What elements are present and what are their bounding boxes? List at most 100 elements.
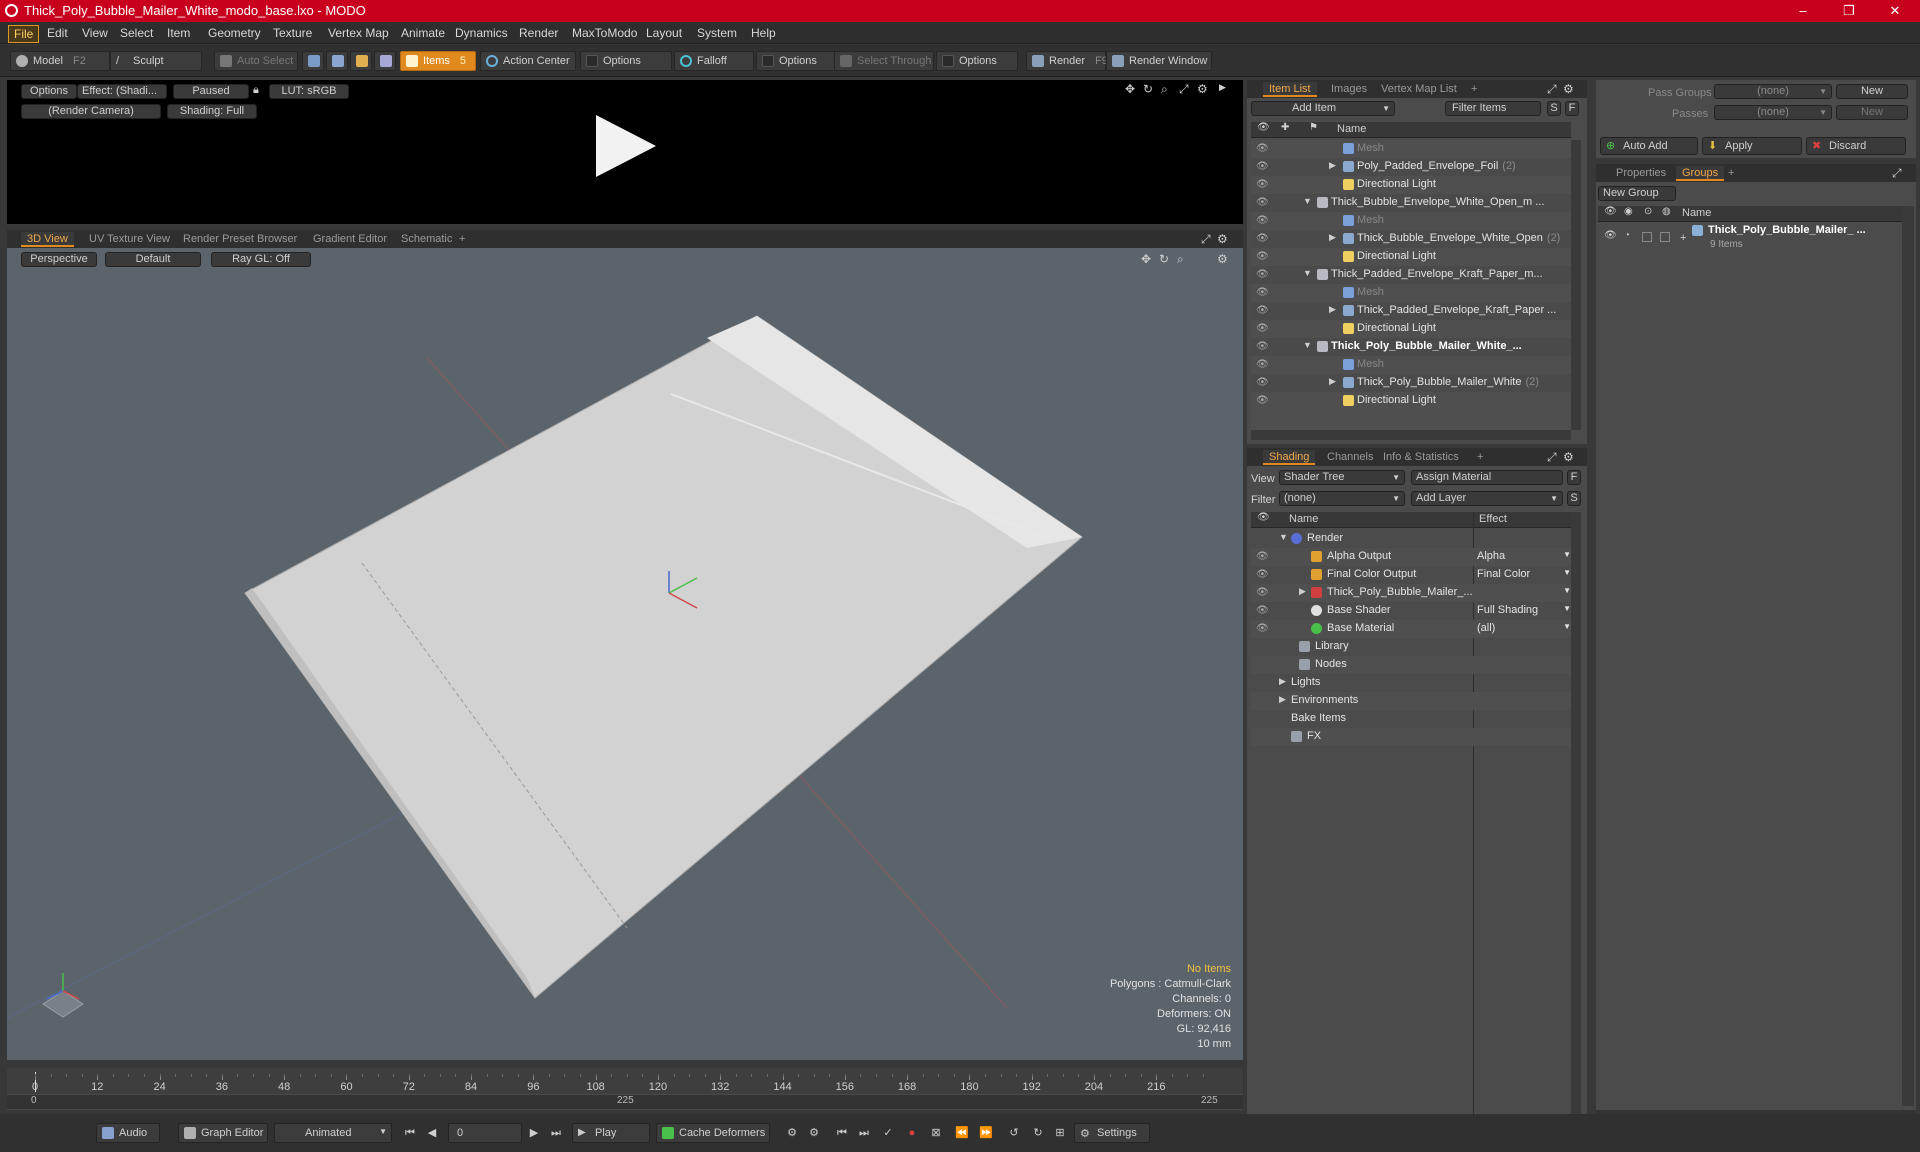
effect-dropdown[interactable]: (all) ▼ <box>1477 622 1571 634</box>
eye-icon[interactable]: 👁︎ <box>1256 251 1269 263</box>
itemlist-row[interactable]: 👁︎ Directional Light <box>1251 176 1571 194</box>
discard-button[interactable]: ✖ Discard <box>1806 137 1906 155</box>
add-tab-button[interactable]: + <box>1465 82 1483 97</box>
groups-scrollbar[interactable] <box>1902 206 1914 1106</box>
shader-row[interactable]: 👁︎ Alpha Output Alpha ▼ <box>1251 548 1571 566</box>
tab-item-list[interactable]: Item List <box>1263 82 1317 97</box>
select-checkbox[interactable] <box>1660 232 1670 242</box>
eye-icon[interactable]: 👁︎ <box>1256 179 1269 191</box>
gear-icon[interactable]: ⚙ <box>1197 82 1208 96</box>
auto-select-button[interactable]: Auto Select <box>214 51 298 71</box>
menu-geometry[interactable]: Geometry <box>203 25 266 41</box>
preview-pause-toggle[interactable]: Paused <box>173 84 249 99</box>
menu-edit[interactable]: Edit <box>42 25 73 41</box>
lock-icon[interactable]: 🔒︎ <box>253 84 259 97</box>
itemlist-row[interactable]: 👁︎ ▶ Thick_Padded_Envelope_Kraft_Paper ... <box>1251 302 1571 320</box>
itemlist-row[interactable]: 👁︎ ▼ Thick_Poly_Bubble_Mailer_White_... <box>1251 338 1571 356</box>
tab-vertex-map-list[interactable]: Vertex Map List <box>1375 82 1463 97</box>
itemlist-row[interactable]: 👁︎ Mesh <box>1251 356 1571 374</box>
autokey-icon[interactable]: ⚙ <box>806 1125 822 1141</box>
pass-groups-dropdown[interactable]: (none) ▼ <box>1714 84 1832 99</box>
loop-icon[interactable]: ↺ <box>1006 1125 1022 1141</box>
chevron-down-icon[interactable]: ▼ <box>1303 268 1312 278</box>
eye-icon[interactable]: 👁︎ <box>1256 377 1269 389</box>
prev-key-icon[interactable]: ⏮ <box>834 1125 850 1141</box>
3d-viewport[interactable]: Perspective Default Ray GL: Off ✥ ↻ ⌕ ⚙ … <box>7 248 1243 1060</box>
play-icon[interactable] <box>592 113 658 179</box>
menu-system[interactable]: System <box>692 25 742 41</box>
menu-animate[interactable]: Animate <box>396 25 450 41</box>
eye-icon[interactable]: 👁︎ <box>1256 605 1269 617</box>
tab-render-preset-browser[interactable]: Render Preset Browser <box>177 232 303 247</box>
itemlist-row[interactable]: 👁︎ ▼ Thick_Bubble_Envelope_White_Open_m ..… <box>1251 194 1571 212</box>
shader-row[interactable]: 👁︎ Final Color Output Final Color ▼ <box>1251 566 1571 584</box>
passes-dropdown[interactable]: (none) ▼ <box>1714 105 1832 120</box>
chevron-right-icon[interactable]: ▶ <box>1299 586 1306 597</box>
tab-channels[interactable]: Channels <box>1321 450 1379 465</box>
zoom-icon[interactable]: ⌕ <box>1161 82 1168 97</box>
apply-button[interactable]: ⬇ Apply <box>1702 137 1802 155</box>
falloff-options-button[interactable]: Options <box>756 51 836 71</box>
next-frame-icon[interactable]: ▶ <box>526 1125 542 1141</box>
eye-icon[interactable]: 👁︎ <box>1256 587 1269 599</box>
tab-groups[interactable]: Groups <box>1676 166 1725 181</box>
menu-layout[interactable]: Layout <box>641 25 687 41</box>
add-tab-button[interactable]: + <box>1722 166 1740 181</box>
shader-row[interactable]: Nodes <box>1251 656 1571 674</box>
itemlist-row[interactable]: 👁︎ Directional Light <box>1251 248 1571 266</box>
select-through-options-button[interactable]: Options <box>936 51 1018 71</box>
expand-icon[interactable]: ⤢ <box>1547 82 1557 97</box>
effect-dropdown[interactable]: Full Shading ▼ <box>1477 604 1571 616</box>
model-button[interactable]: Model F2 <box>10 51 110 71</box>
effect-dropdown[interactable]: Final Color ▼ <box>1477 568 1571 580</box>
camera-dropdown[interactable]: (Render Camera) <box>21 104 161 119</box>
sculpt-button[interactable]: / Sculpt <box>110 51 202 71</box>
eye-icon[interactable]: 👁︎ <box>1256 551 1269 563</box>
minimize-button[interactable]: – <box>1780 0 1826 22</box>
lut-dropdown[interactable]: LUT: sRGB <box>269 84 349 99</box>
chevron-down-icon[interactable]: ▼ <box>1279 532 1288 542</box>
audio-button[interactable]: Audio <box>96 1123 160 1143</box>
chevron-right-icon[interactable]: ▶ <box>1279 676 1286 687</box>
menu-texture[interactable]: Texture <box>268 25 317 41</box>
itemlist-row[interactable]: 👁︎ Directional Light <box>1251 392 1571 410</box>
render-button[interactable]: Render F9 <box>1026 51 1108 71</box>
play-button[interactable]: ▶ Play <box>572 1123 650 1143</box>
itemlist-scrollbar[interactable] <box>1571 140 1581 430</box>
menu-file[interactable]: File <box>8 25 40 43</box>
expand-icon[interactable]: ⤢ <box>1547 450 1557 465</box>
eye-icon[interactable]: 👁︎ <box>1256 395 1269 407</box>
shader-row[interactable]: FX <box>1251 728 1571 746</box>
filter-dropdown[interactable]: (none) ▼ <box>1279 491 1405 506</box>
filter-s-button[interactable]: S <box>1547 101 1561 116</box>
expand-icon[interactable]: ⤢ <box>1892 166 1902 181</box>
add-tab-button[interactable]: + <box>453 232 471 247</box>
group-row[interactable]: 👁︎ ◔ + Thick_Poly_Bubble_Mailer_ ... 9 I… <box>1598 224 1902 254</box>
menu-view[interactable]: View <box>77 25 113 41</box>
lock-checkbox[interactable] <box>1642 232 1652 242</box>
refresh-icon[interactable]: ↻ <box>1030 1125 1046 1141</box>
action-center-options-button[interactable]: Options <box>580 51 672 71</box>
menu-select[interactable]: Select <box>115 25 158 41</box>
add-layer-dropdown[interactable]: Add Layer ▼ <box>1411 491 1563 506</box>
render-toggle-icon[interactable]: ◔ <box>1624 230 1630 241</box>
graph-editor-button[interactable]: Graph Editor <box>178 1123 268 1143</box>
new-pass-button[interactable]: New <box>1836 105 1908 120</box>
select-polygons-button[interactable] <box>350 51 372 71</box>
fullscreen-icon[interactable]: ⤢ <box>1179 82 1189 97</box>
gear-icon[interactable]: ⚙ <box>1563 82 1574 96</box>
items-mode-button[interactable]: Items 5 <box>400 51 476 71</box>
new-pass-group-button[interactable]: New <box>1836 84 1908 99</box>
tab-uv-texture-view[interactable]: UV Texture View <box>83 232 176 247</box>
itemlist-row[interactable]: 👁︎ ▶ Poly_Padded_Envelope_Foil (2) <box>1251 158 1571 176</box>
tab-3d-view[interactable]: 3D View <box>21 232 74 247</box>
chevron-right-icon[interactable]: ▶ <box>1279 694 1286 705</box>
tab-gradient-editor[interactable]: Gradient Editor <box>307 232 393 247</box>
preview-effect-dropdown[interactable]: Effect: (Shadi... <box>77 84 167 99</box>
select-materials-button[interactable] <box>374 51 396 71</box>
chevron-down-icon[interactable]: ▼ <box>1303 340 1312 350</box>
shading-f-button[interactable]: F <box>1567 470 1581 485</box>
eye-icon[interactable]: 👁︎ <box>1256 569 1269 581</box>
itemlist-row[interactable]: 👁︎ Mesh <box>1251 212 1571 230</box>
action-center-button[interactable]: Action Center <box>480 51 576 71</box>
